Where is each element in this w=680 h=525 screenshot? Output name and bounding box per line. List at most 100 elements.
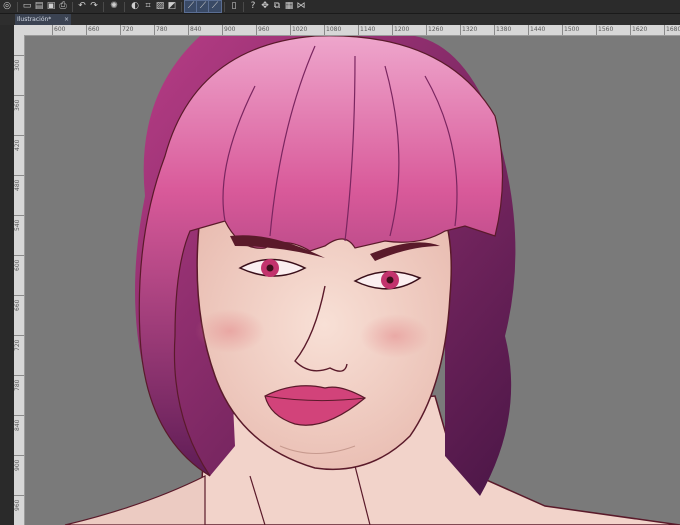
ruler-tick [324,25,325,35]
ruler-label: 900 [14,459,21,471]
undo-icon[interactable]: ↶ [76,1,88,12]
ruler-tick [14,335,24,336]
ruler-label: 360 [14,99,21,111]
ruler-tick [222,25,223,35]
horizontal-ruler[interactable]: 600 660 720 780 840 900 960 1020 1080 1140 1200 126… [14,25,680,36]
ruler-tick [14,295,24,296]
toolbar-separator [181,1,182,12]
ruler-label: 780 [156,26,168,33]
ruler-label: 720 [122,26,134,33]
new-file-icon[interactable]: ▭ [21,1,33,12]
ruler-tick [86,25,87,35]
ruler-label: 540 [14,219,21,231]
close-tab-icon[interactable]: × [64,14,69,25]
ruler-tick [52,25,53,35]
ruler-label: 1680 [666,26,680,33]
ruler-tick [664,25,665,35]
stroke-tool-1-icon[interactable]: ⟋ [184,0,198,13]
ruler-tick [562,25,563,35]
toolbar-separator [72,1,73,12]
ruler-label: 780 [14,379,21,391]
ruler-tick [154,25,155,35]
fill-icon[interactable]: ◐ [128,1,142,12]
tab-label: Ilustración* [17,16,52,23]
ruler-tick [14,375,24,376]
ruler-tick [14,215,24,216]
ruler-tick [256,25,257,35]
ruler-label: 1260 [428,26,444,33]
tone-icon[interactable]: ◩ [166,1,178,12]
ruler-label: 960 [258,26,270,33]
illustration-artwork [64,36,680,525]
ruler-label: 1320 [462,26,478,33]
toolbar-separator [243,1,244,12]
ruler-label: 660 [14,299,21,311]
gradient-icon[interactable]: ▨ [154,1,166,12]
ruler-tick [528,25,529,35]
toolbar-separator [124,1,125,12]
ruler-label: 660 [88,26,100,33]
stroke-tool-2-icon[interactable]: ⟋ [196,0,210,13]
ruler-label: 1140 [360,26,376,33]
ruler-label: 600 [54,26,66,33]
ruler-label: 1440 [530,26,546,33]
ruler-label: 1200 [394,26,410,33]
ruler-label: 420 [14,139,21,151]
ruler-label: 840 [14,419,21,431]
ruler-tick [290,25,291,35]
main-toolbar: ◎ ▭ ▤ ▣ ⎙ ↶ ↷ ✺ ◐ ⌗ ▨ ◩ ⟋ ⟋ ⟋ ▯? ✥ ⧉ ▦ ⋈ [0,0,680,14]
flip-icon[interactable]: ⋈ [295,1,307,12]
ruler-label: 840 [190,26,202,33]
transform-icon[interactable]: ✥ [259,1,271,12]
ruler-tick [494,25,495,35]
ruler-tick [460,25,461,35]
ruler-label: 720 [14,339,21,351]
print-icon[interactable]: ⎙ [57,1,69,12]
ruler-tick [426,25,427,35]
redo-icon[interactable]: ↷ [88,1,100,12]
toolbar-separator [224,1,225,12]
ruler-tick [14,95,24,96]
layers-icon[interactable]: ⧉ [271,1,283,12]
ruler-tick [188,25,189,35]
ruler-label: 1020 [292,26,308,33]
toolbar-separator [103,1,104,12]
ruler-label: 1560 [598,26,614,33]
ruler-tick [14,495,24,496]
ruler-label: 900 [224,26,236,33]
ruler-label: 1620 [632,26,648,33]
ruler-label: 1380 [496,26,512,33]
ruler-label: 960 [14,499,21,511]
device-icon[interactable]: ▯ [228,1,240,12]
save-icon[interactable]: ▣ [45,1,57,12]
tab-ilustracion[interactable]: Ilustración* × [15,14,71,25]
ruler-label: 1500 [564,26,580,33]
ruler-tick [358,25,359,35]
app-menu-icon[interactable]: ◎ [0,1,14,12]
ruler-tick [120,25,121,35]
ruler-label: 600 [14,259,21,271]
loading-spinner-icon[interactable]: ✺ [107,1,121,12]
ruler-label: 300 [14,59,21,71]
left-panel-strip [0,25,14,525]
vertical-ruler[interactable]: 300 360 420 480 540 600 660 720 780 840 900 960 [14,35,25,525]
ruler-tick [14,55,24,56]
crop-icon[interactable]: ⌗ [142,1,154,12]
image-icon[interactable]: ▦ [283,1,295,12]
stroke-tool-3-icon[interactable]: ⟋ [208,0,222,13]
open-file-icon[interactable]: ▤ [33,1,45,12]
ruler-tick [14,255,24,256]
toolbar-separator [17,1,18,12]
ruler-tick [392,25,393,35]
ruler-tick [14,135,24,136]
help-icon[interactable]: ? [247,1,259,12]
drawing-canvas[interactable] [25,36,680,525]
ruler-label: 1080 [326,26,342,33]
ruler-label: 480 [14,179,21,191]
ruler-tick [596,25,597,35]
ruler-tick [14,175,24,176]
ruler-tick [14,415,24,416]
ruler-tick [14,455,24,456]
document-tab-bar: Ilustración* × [0,14,680,25]
ruler-tick [630,25,631,35]
